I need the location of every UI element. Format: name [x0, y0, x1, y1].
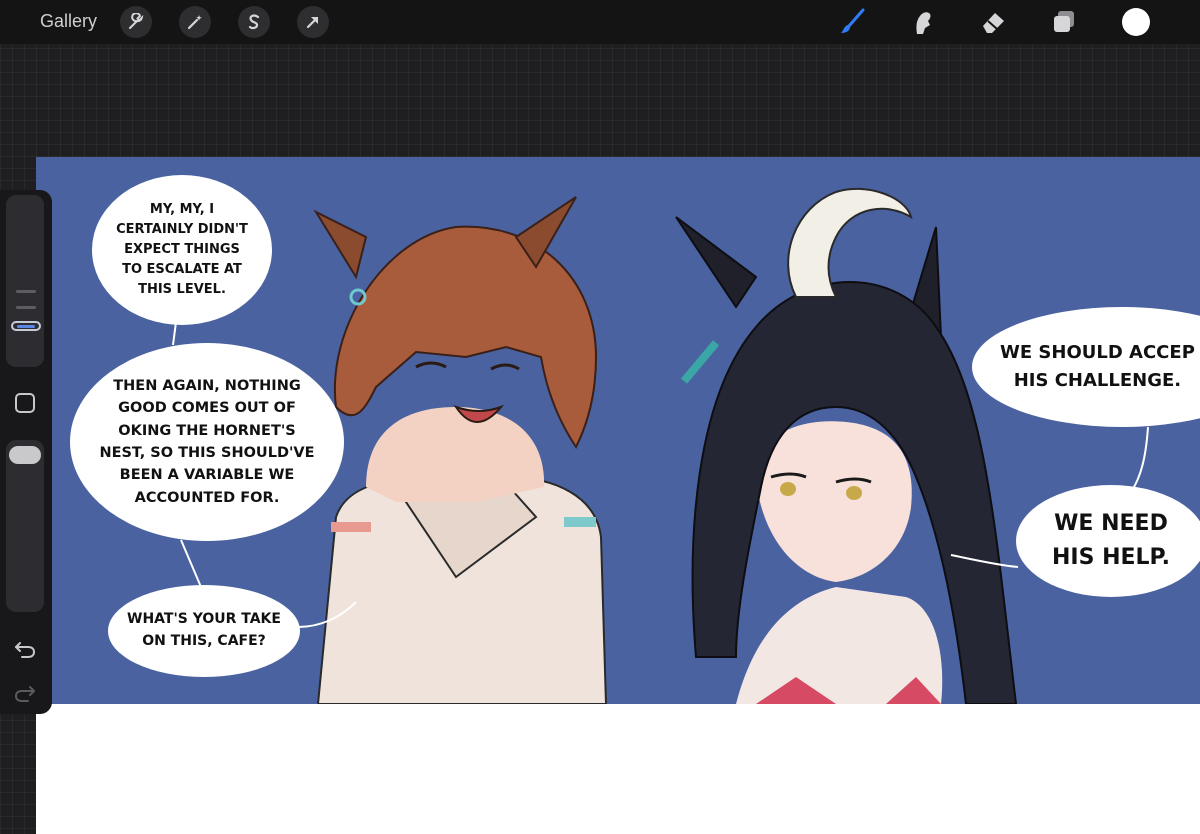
layers-icon[interactable] — [1048, 6, 1080, 38]
bubble-text-line: accounted for. — [134, 489, 280, 506]
bubble-text-line: expect things — [124, 241, 240, 257]
bubble-text-line: My, my, I — [149, 201, 215, 217]
slider-tick — [16, 290, 36, 293]
bubble-text-line: We should accep — [1000, 342, 1195, 364]
bubble-text-line: good comes out of — [118, 400, 296, 417]
bubble-text-line: nest, so this should've — [99, 445, 315, 461]
opacity-slider[interactable] — [6, 440, 44, 612]
left-character-illustration — [313, 196, 608, 704]
top-toolbar: Gallery — [0, 0, 1200, 44]
bubble-text-line: Then again, nothing — [113, 377, 301, 394]
eraser-icon[interactable] — [977, 6, 1009, 38]
magic-wand-icon[interactable] — [179, 6, 211, 38]
speech-bubble-2: Then again, nothing good comes out of ok… — [70, 343, 344, 541]
slider-tick — [16, 306, 36, 309]
transform-arrow-icon[interactable] — [297, 6, 329, 38]
bubble-text-line: We need — [1054, 510, 1168, 536]
bubble-text-line: certainly didn't — [116, 221, 248, 237]
bubble-text-line: on this, Cafe? — [142, 633, 266, 649]
bubble-text-line: to escalate at — [122, 262, 242, 278]
bubble-text-line: been a variable we — [119, 467, 295, 484]
wrench-icon[interactable] — [120, 6, 152, 38]
redo-icon[interactable] — [12, 679, 38, 705]
undo-icon[interactable] — [12, 635, 38, 661]
smudge-icon[interactable] — [907, 6, 939, 38]
selection-s-icon[interactable] — [238, 6, 270, 38]
brush-size-knob[interactable] — [11, 321, 41, 331]
bubble-text-line: his help. — [1051, 545, 1170, 570]
left-sidebar — [0, 190, 52, 714]
comic-panel: My, my, I certainly didn't expect things… — [36, 157, 1200, 704]
opacity-knob[interactable] — [9, 446, 41, 464]
bubble-text-line: oking the hornet's — [118, 422, 296, 439]
speech-bubble-5: We need his help. — [1016, 485, 1200, 597]
modify-square-icon[interactable] — [15, 393, 35, 413]
brush-size-slider[interactable] — [6, 195, 44, 367]
speech-bubble-1: My, my, I certainly didn't expect things… — [92, 175, 272, 325]
bubble-text-line: his challenge. — [1013, 370, 1182, 391]
bubble-text-line: this level. — [138, 282, 226, 298]
gallery-button[interactable]: Gallery — [40, 11, 97, 32]
brush-icon[interactable] — [836, 6, 868, 38]
color-swatch[interactable] — [1122, 8, 1150, 36]
bubble-text-line: What's your take — [127, 611, 281, 628]
speech-bubble-3: What's your take on this, Cafe? — [108, 585, 300, 677]
drawing-canvas[interactable]: My, my, I certainly didn't expect things… — [36, 157, 1200, 834]
right-character-illustration — [675, 187, 1018, 704]
